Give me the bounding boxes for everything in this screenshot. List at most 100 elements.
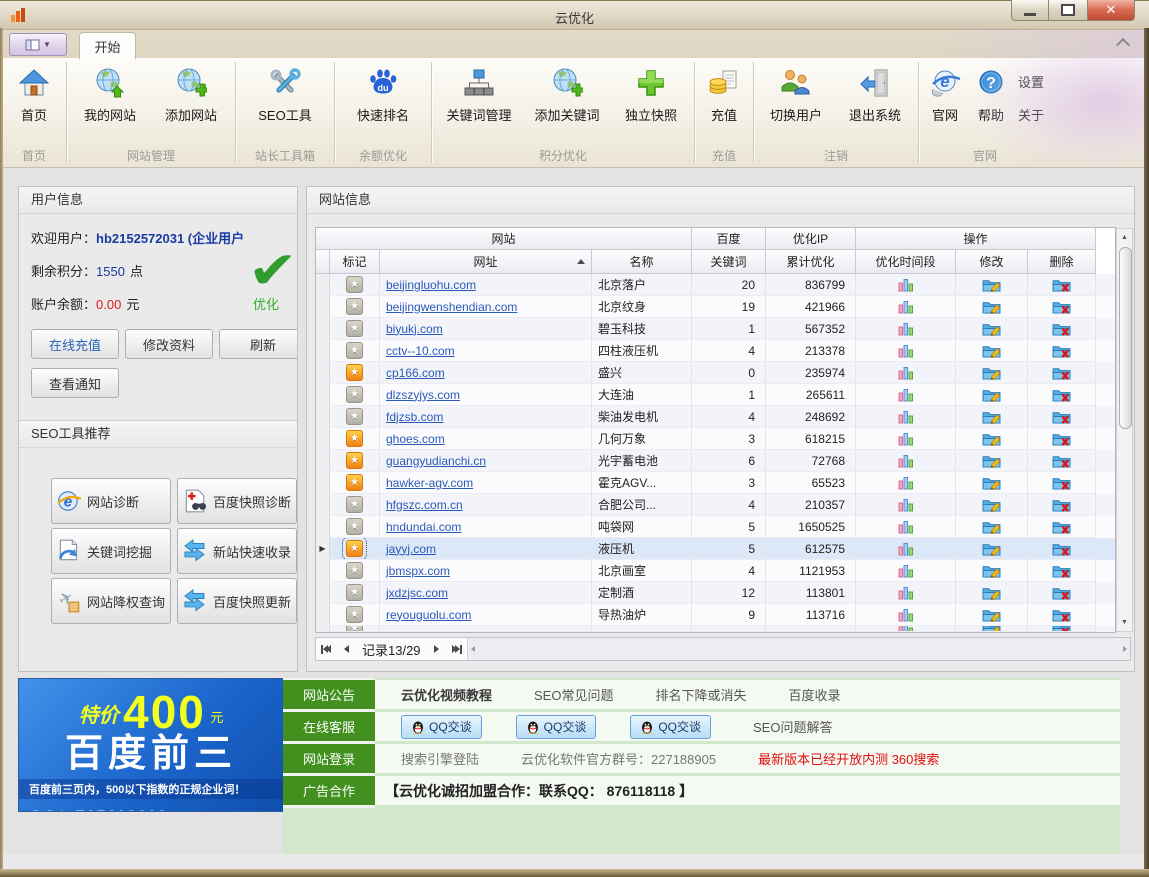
site-link[interactable]: beijingwenshendian.com: [386, 300, 517, 314]
time-range-cell[interactable]: [856, 626, 956, 632]
col-group-baidu[interactable]: 百度: [692, 228, 766, 250]
url-cell[interactable]: hawker-agv.com: [380, 472, 592, 494]
mark-cell[interactable]: ★: [330, 274, 380, 296]
minimize-button[interactable]: [1011, 0, 1049, 21]
star-icon[interactable]: ★: [346, 298, 363, 315]
star-icon[interactable]: ★: [346, 626, 363, 632]
time-range-cell[interactable]: [856, 582, 956, 604]
site-link[interactable]: reyouguolu.com: [386, 608, 471, 622]
modify-cell[interactable]: [956, 406, 1028, 428]
seo-answer-link[interactable]: SEO问题解答: [753, 717, 832, 736]
star-icon[interactable]: ★: [346, 562, 363, 579]
mark-cell[interactable]: ★: [330, 318, 380, 340]
mark-cell[interactable]: ★: [330, 582, 380, 604]
site-link[interactable]: jayyj.com: [386, 542, 436, 556]
table-row[interactable]: ★ biyukj.com 碧玉科技 1 567352: [316, 318, 1115, 340]
delete-cell[interactable]: [1028, 406, 1096, 428]
url-cell[interactable]: ghoes.com: [380, 428, 592, 450]
modify-cell[interactable]: [956, 472, 1028, 494]
time-range-cell[interactable]: [856, 538, 956, 560]
delete-cell[interactable]: [1028, 604, 1096, 626]
time-range-cell[interactable]: [856, 472, 956, 494]
url-cell[interactable]: beijingluohu.com: [380, 274, 592, 296]
table-row[interactable]: ★ dlzszyjys.com 大连油 1 265611: [316, 384, 1115, 406]
quick-rank-button[interactable]: du 快速排名: [338, 60, 428, 147]
url-cell[interactable]: cctv--10.com: [380, 340, 592, 362]
mark-cell[interactable]: ★: [330, 604, 380, 626]
time-range-cell[interactable]: [856, 450, 956, 472]
online-recharge-button[interactable]: 在线充值: [31, 329, 119, 359]
col-group-ip[interactable]: 优化IP: [766, 228, 856, 250]
star-icon[interactable]: ★: [346, 320, 363, 337]
site-link[interactable]: jxdzjsc.com: [386, 586, 448, 600]
seo-tools-button[interactable]: SEO工具: [239, 60, 331, 147]
mark-cell[interactable]: ★: [330, 626, 380, 632]
table-row[interactable]: ★ beijingwenshendian.com 北京纹身 19 421966: [316, 296, 1115, 318]
delete-cell[interactable]: [1028, 296, 1096, 318]
table-row[interactable]: ★ cctv--10.com 四柱液压机 4 213378: [316, 340, 1115, 362]
site-link[interactable]: hawker-agv.com: [386, 476, 473, 490]
site-link[interactable]: hfgszc.com.cn: [386, 498, 463, 512]
announcement-link[interactable]: 排名下降或消失: [655, 685, 746, 704]
modify-cell[interactable]: [956, 318, 1028, 340]
prev-page-button[interactable]: [336, 639, 356, 659]
table-row[interactable]: ▶ ★ jayyj.com 液压机 5 612575: [316, 538, 1115, 560]
mark-cell[interactable]: ★: [330, 340, 380, 362]
star-icon[interactable]: ★: [346, 452, 363, 469]
first-page-button[interactable]: [316, 639, 336, 659]
url-cell[interactable]: hfgszc.com.cn: [380, 494, 592, 516]
delete-cell[interactable]: [1028, 538, 1096, 560]
mark-cell[interactable]: ★: [330, 428, 380, 450]
snapshot-diagnose-button[interactable]: 百度快照诊断: [177, 478, 297, 524]
star-icon[interactable]: ★: [346, 540, 363, 557]
col-group-operation[interactable]: 操作: [856, 228, 1096, 250]
site-diagnose-button[interactable]: e 网站诊断: [51, 478, 171, 524]
add-site-button[interactable]: 添加网站: [150, 60, 232, 147]
qq-chat-button[interactable]: QQ交谈: [630, 715, 711, 739]
refresh-button[interactable]: 刷新: [219, 329, 298, 359]
downgrade-check-button[interactable]: ✈ 网站降权查询: [51, 578, 171, 624]
scroll-thumb[interactable]: [1119, 247, 1132, 429]
site-link[interactable]: ghoes.com: [386, 432, 445, 446]
close-button[interactable]: ✕: [1087, 0, 1135, 21]
site-link[interactable]: beijingluohu.com: [386, 278, 476, 292]
mark-cell[interactable]: ★: [330, 560, 380, 582]
col-modify[interactable]: 修改: [956, 250, 1028, 274]
app-menu-button[interactable]: ▼: [9, 33, 67, 56]
fast-index-button[interactable]: 新站快速收录: [177, 528, 297, 574]
recharge-button[interactable]: 充值: [698, 60, 750, 147]
star-icon[interactable]: ★: [346, 276, 363, 293]
scroll-up-icon[interactable]: ▲: [1117, 230, 1132, 245]
time-range-cell[interactable]: [856, 428, 956, 450]
qq-chat-button[interactable]: QQ交谈: [516, 715, 597, 739]
time-range-cell[interactable]: [856, 604, 956, 626]
new-version-notice[interactable]: 最新版本已经开放内测 360搜索: [758, 749, 939, 768]
announcement-link[interactable]: 百度收录: [789, 685, 841, 704]
star-icon[interactable]: ★: [346, 364, 363, 381]
site-link[interactable]: biyukj.com: [386, 322, 443, 336]
mark-cell[interactable]: ★: [330, 450, 380, 472]
mark-cell[interactable]: ★: [330, 384, 380, 406]
col-name[interactable]: 名称: [592, 250, 692, 274]
table-row[interactable]: ★ ghoes.com 几何万象 3 618215: [316, 428, 1115, 450]
star-icon[interactable]: ★: [346, 496, 363, 513]
home-button[interactable]: 首页: [5, 60, 63, 147]
url-cell[interactable]: beijingwenshendian.com: [380, 296, 592, 318]
delete-cell[interactable]: [1028, 472, 1096, 494]
vertical-scrollbar[interactable]: ▲ ▼: [1116, 228, 1133, 632]
url-cell[interactable]: guangyudianchi.cn: [380, 450, 592, 472]
url-cell[interactable]: biyukj.com: [380, 318, 592, 340]
keyword-dig-button[interactable]: 关键词挖掘: [51, 528, 171, 574]
mark-cell[interactable]: ★: [330, 538, 380, 560]
star-icon[interactable]: ★: [346, 386, 363, 403]
last-page-button[interactable]: [447, 639, 467, 659]
next-page-button[interactable]: [427, 639, 447, 659]
delete-cell[interactable]: [1028, 362, 1096, 384]
modify-cell[interactable]: [956, 274, 1028, 296]
modify-cell[interactable]: [956, 538, 1028, 560]
star-icon[interactable]: ★: [346, 342, 363, 359]
table-row[interactable]: ★ fdjzsb.com 柴油发电机 4 248692: [316, 406, 1115, 428]
table-row[interactable]: ★ hndundai.com 吨袋网 5 1650525: [316, 516, 1115, 538]
keyword-manage-button[interactable]: 关键词管理: [435, 60, 523, 147]
time-range-cell[interactable]: [856, 362, 956, 384]
